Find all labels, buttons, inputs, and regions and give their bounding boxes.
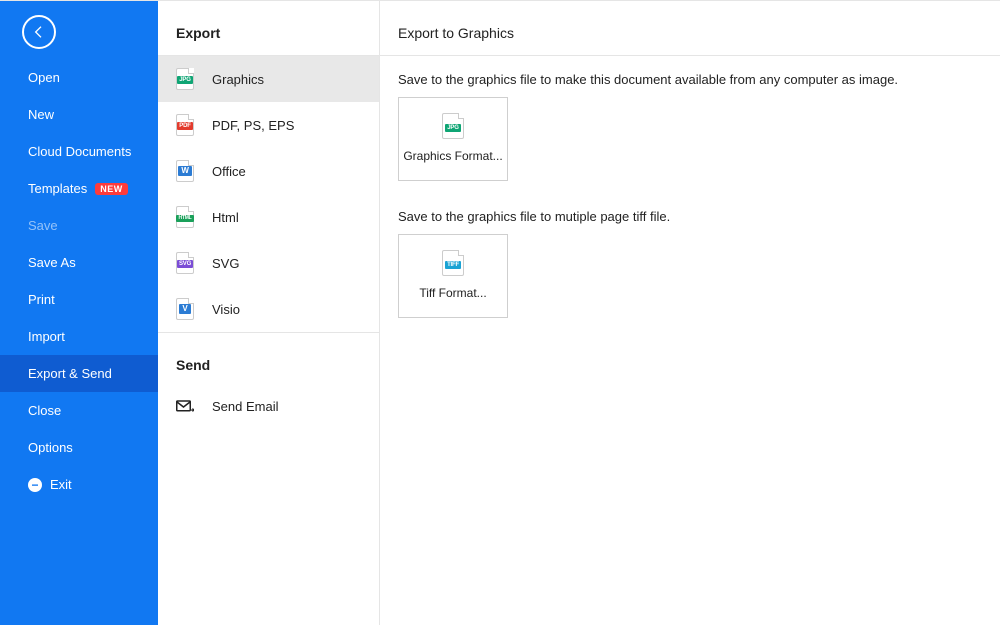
sidebar-item-templates[interactable]: Templates NEW bbox=[0, 170, 158, 207]
main-panel: Export to Graphics Save to the graphics … bbox=[380, 1, 1000, 625]
html-file-icon: HTML bbox=[176, 206, 194, 228]
pdf-file-icon: PDF bbox=[176, 114, 194, 136]
sidebar-item-open[interactable]: Open bbox=[0, 59, 158, 96]
sidebar-item-label: Options bbox=[28, 440, 73, 455]
sidebar-item-close[interactable]: Close bbox=[0, 392, 158, 429]
sidebar-item-label: Open bbox=[28, 70, 60, 85]
page-title: Export to Graphics bbox=[380, 1, 1000, 56]
sidebar-item-options[interactable]: Options bbox=[0, 429, 158, 466]
minus-circle-icon: − bbox=[28, 478, 42, 492]
sidebar-item-import[interactable]: Import bbox=[0, 318, 158, 355]
main-body: Save to the graphics file to make this d… bbox=[380, 56, 1000, 362]
sidebar-item-label: Import bbox=[28, 329, 65, 344]
export-item-label: Visio bbox=[212, 302, 240, 317]
send-section-title: Send bbox=[158, 333, 379, 387]
sidebar-item-label: Cloud Documents bbox=[28, 144, 131, 159]
sidebar-item-save: Save bbox=[0, 207, 158, 244]
export-item-label: PDF, PS, EPS bbox=[212, 118, 294, 133]
sidebar-item-label: Save bbox=[28, 218, 58, 233]
mail-icon bbox=[176, 400, 194, 414]
new-badge: NEW bbox=[95, 183, 128, 195]
sidebar-item-label: Export & Send bbox=[28, 366, 112, 381]
sidebar-item-label: Exit bbox=[50, 477, 72, 492]
sidebar-item-label: Close bbox=[28, 403, 61, 418]
sidebar-item-export-send[interactable]: Export & Send bbox=[0, 355, 158, 392]
sidebar-item-print[interactable]: Print bbox=[0, 281, 158, 318]
sidebar-item-label: New bbox=[28, 107, 54, 122]
tiff-file-icon: TIFF bbox=[442, 250, 464, 276]
tiff-description: Save to the graphics file to mutiple pag… bbox=[398, 209, 982, 224]
jpg-file-icon: JPG bbox=[442, 113, 464, 139]
export-item-label: Html bbox=[212, 210, 239, 225]
send-item-label: Send Email bbox=[212, 399, 278, 414]
export-item-html[interactable]: HTML Html bbox=[158, 194, 379, 240]
export-section-title: Export bbox=[158, 1, 379, 56]
export-item-label: SVG bbox=[212, 256, 239, 271]
export-item-visio[interactable]: V Visio bbox=[158, 286, 379, 332]
graphics-description: Save to the graphics file to make this d… bbox=[398, 72, 982, 87]
graphics-format-tile[interactable]: JPG Graphics Format... bbox=[398, 97, 508, 181]
sidebar-item-label: Templates bbox=[28, 181, 87, 196]
word-file-icon: W bbox=[176, 160, 194, 182]
sidebar: Open New Cloud Documents Templates NEW S… bbox=[0, 1, 158, 625]
arrow-left-icon bbox=[31, 24, 47, 40]
sidebar-item-exit[interactable]: − Exit bbox=[0, 466, 158, 503]
svg-file-icon: SVG bbox=[176, 252, 194, 274]
export-item-office[interactable]: W Office bbox=[158, 148, 379, 194]
sidebar-item-label: Print bbox=[28, 292, 55, 307]
app-root: Open New Cloud Documents Templates NEW S… bbox=[0, 0, 1000, 625]
jpg-file-icon: JPG bbox=[176, 68, 194, 90]
export-item-label: Graphics bbox=[212, 72, 264, 87]
export-item-svg[interactable]: SVG SVG bbox=[158, 240, 379, 286]
send-item-email[interactable]: Send Email bbox=[158, 387, 379, 426]
export-item-label: Office bbox=[212, 164, 246, 179]
visio-file-icon: V bbox=[176, 298, 194, 320]
sidebar-item-label: Save As bbox=[28, 255, 76, 270]
tile-label: Graphics Format... bbox=[403, 149, 502, 165]
export-list: JPG Graphics PDF PDF, PS, EPS W Office H… bbox=[158, 56, 379, 333]
tile-label: Tiff Format... bbox=[419, 286, 486, 302]
back-button[interactable] bbox=[22, 15, 56, 49]
sidebar-item-new[interactable]: New bbox=[0, 96, 158, 133]
sidebar-item-cloud-documents[interactable]: Cloud Documents bbox=[0, 133, 158, 170]
export-panel: Export JPG Graphics PDF PDF, PS, EPS W O… bbox=[158, 1, 380, 625]
export-item-pdf[interactable]: PDF PDF, PS, EPS bbox=[158, 102, 379, 148]
sidebar-item-save-as[interactable]: Save As bbox=[0, 244, 158, 281]
tiff-format-tile[interactable]: TIFF Tiff Format... bbox=[398, 234, 508, 318]
export-item-graphics[interactable]: JPG Graphics bbox=[158, 56, 379, 102]
